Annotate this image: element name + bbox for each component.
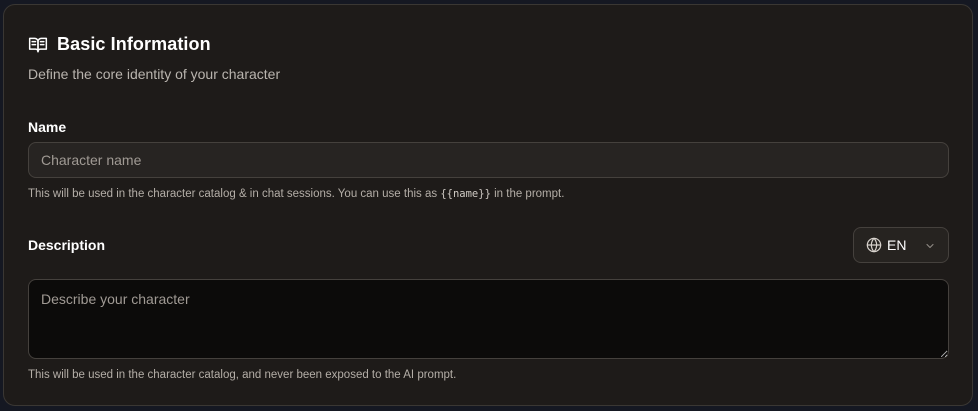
name-hint-text: This will be used in the character catal… (28, 188, 441, 200)
chevron-down-icon (924, 240, 936, 252)
name-label: Name (28, 119, 67, 135)
description-hint: This will be used in the character catal… (28, 369, 457, 381)
name-input[interactable] (28, 142, 949, 178)
book-open-icon (28, 35, 48, 55)
name-variable-code: {{name}} (440, 188, 491, 200)
language-select[interactable]: EN (853, 227, 949, 263)
section-header: Basic Information (28, 34, 211, 55)
section-subtitle: Define the core identity of your charact… (28, 66, 281, 82)
description-label: Description (28, 237, 106, 253)
basic-information-card: Basic Information Define the core identi… (3, 4, 973, 406)
language-value: EN (887, 237, 907, 253)
globe-icon (866, 237, 882, 253)
name-hint: This will be used in the character catal… (28, 188, 564, 200)
description-textarea[interactable] (28, 279, 949, 359)
section-title: Basic Information (57, 34, 211, 54)
name-hint-text-end: in the prompt. (490, 188, 565, 200)
